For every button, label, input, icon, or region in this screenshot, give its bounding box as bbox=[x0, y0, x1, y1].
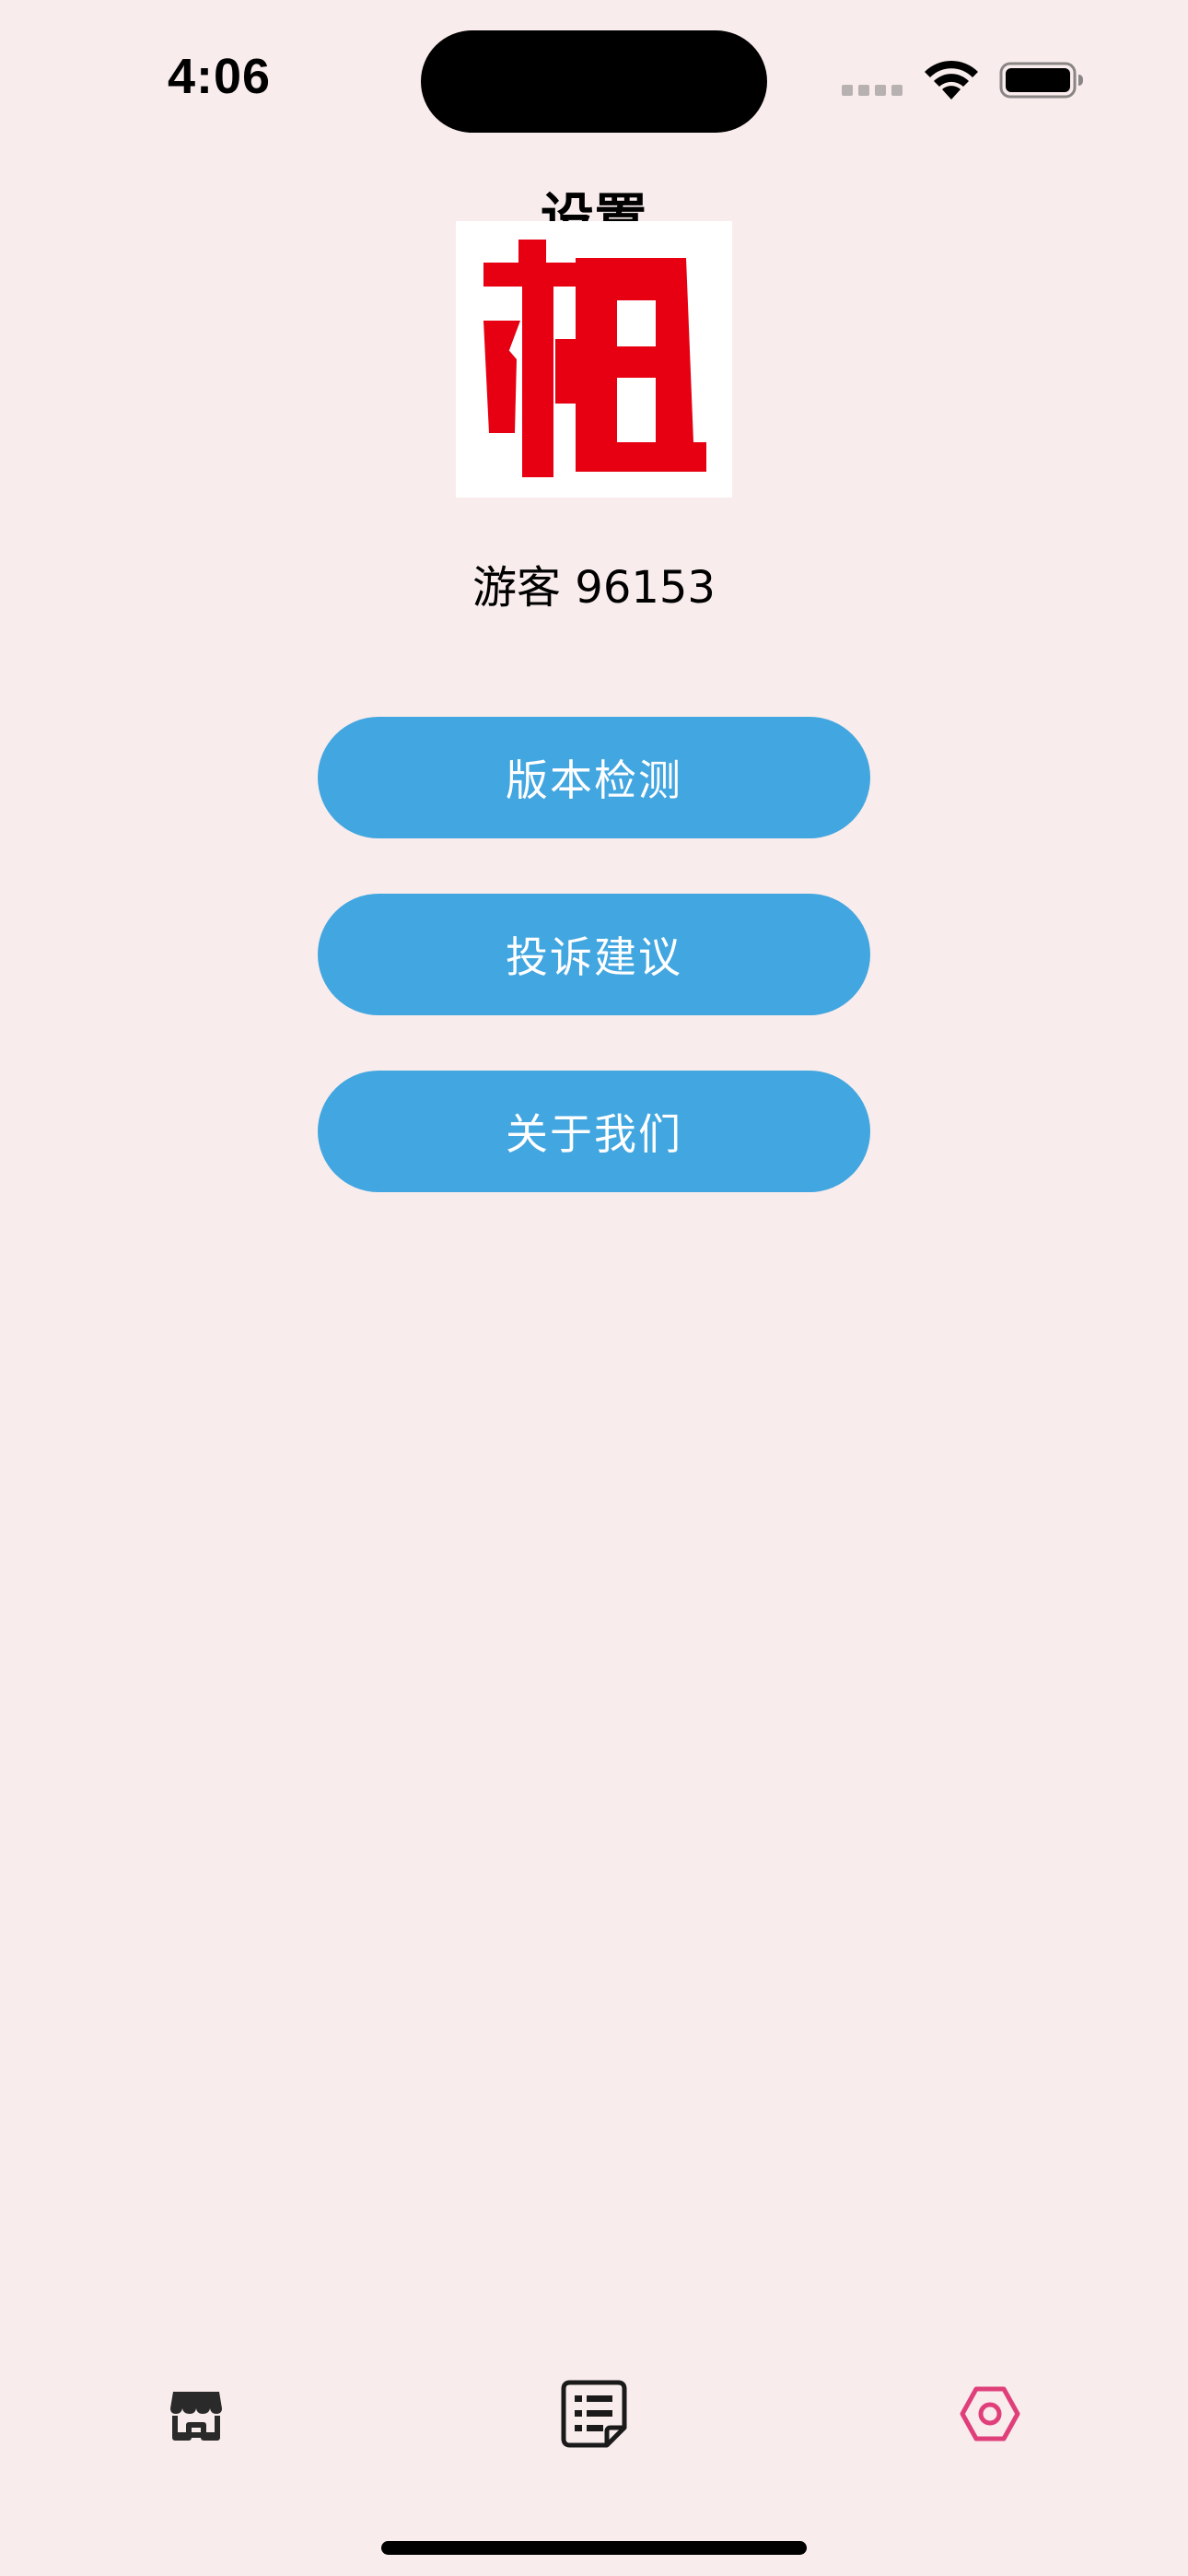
version-check-button[interactable]: 版本检测 bbox=[318, 717, 870, 838]
cellular-signal-icon bbox=[842, 85, 903, 96]
logo-zu-character bbox=[483, 240, 706, 477]
tab-list[interactable] bbox=[539, 2368, 649, 2460]
tab-shop[interactable] bbox=[141, 2368, 251, 2460]
home-indicator bbox=[381, 2541, 807, 2555]
battery-icon bbox=[999, 62, 1083, 99]
settings-icon bbox=[960, 2386, 1020, 2441]
tab-bar bbox=[0, 2368, 1188, 2460]
status-time: 4:06 bbox=[168, 49, 272, 104]
app-logo bbox=[456, 221, 732, 498]
dynamic-island bbox=[421, 30, 767, 133]
status-bar: 4:06 bbox=[0, 0, 1188, 157]
about-us-button[interactable]: 关于我们 bbox=[318, 1071, 870, 1192]
list-icon bbox=[561, 2380, 627, 2448]
wifi-icon bbox=[925, 60, 978, 100]
username: 游客 96153 bbox=[472, 562, 716, 614]
tab-settings[interactable] bbox=[935, 2368, 1045, 2460]
shop-icon bbox=[170, 2392, 222, 2441]
feedback-button[interactable]: 投诉建议 bbox=[318, 894, 870, 1015]
